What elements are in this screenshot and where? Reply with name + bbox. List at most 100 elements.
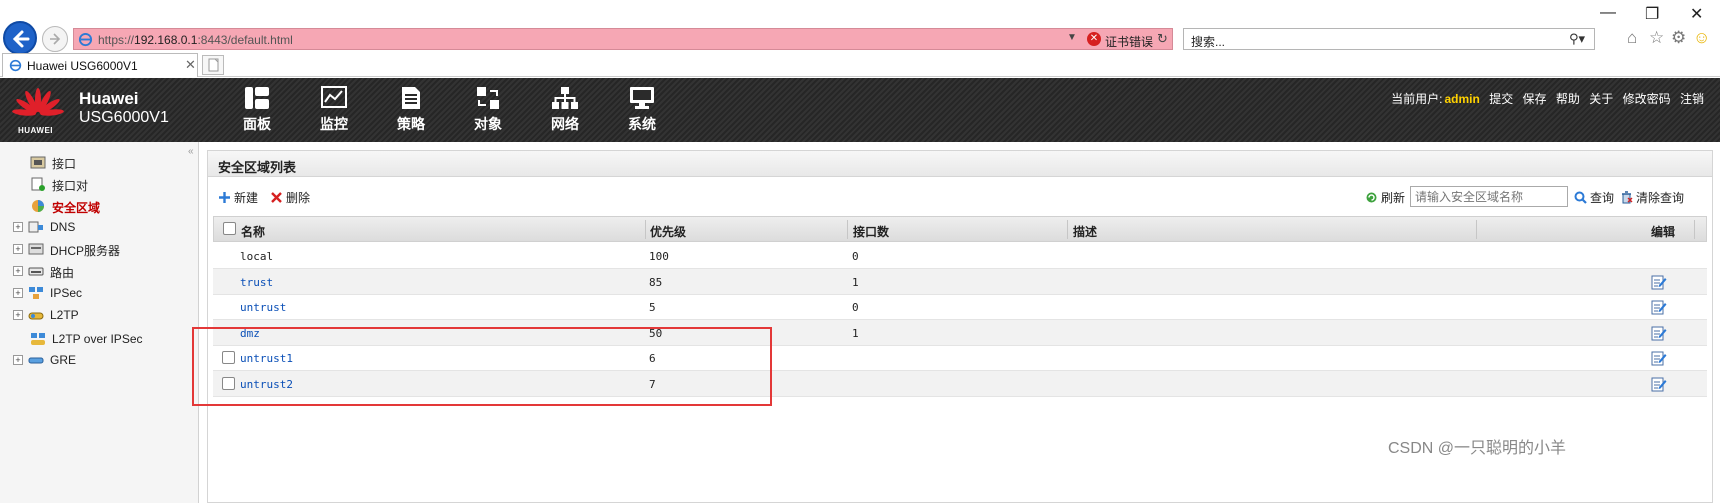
sidebar-item-dhcp-server[interactable]: + DHCP服务器: [0, 239, 190, 259]
sidebar-item-gre[interactable]: + GRE: [0, 350, 190, 370]
delete-x-icon: [271, 192, 282, 203]
table-header: 名称 优先级 接口数 描述 编辑: [213, 216, 1707, 242]
nav-dashboard[interactable]: 面板: [227, 84, 287, 138]
smiley-feedback-icon[interactable]: ☺: [1693, 28, 1710, 48]
zone-toolbar: 新建 删除 刷新 查询 清除查询: [208, 178, 1712, 214]
tab-title: Huawei USG6000V1: [27, 59, 138, 73]
delete-button[interactable]: 删除: [270, 189, 310, 206]
huawei-petals-icon: [12, 88, 64, 116]
new-tab-button[interactable]: [202, 55, 224, 75]
policy-icon: [402, 87, 420, 109]
gear-icon[interactable]: ⚙: [1671, 28, 1686, 48]
nav-network[interactable]: 网络: [535, 84, 595, 138]
browser-tab[interactable]: Huawei USG6000V1 ✕: [2, 53, 198, 77]
expand-icon[interactable]: +: [13, 310, 23, 320]
sidebar-item-route[interactable]: + 路由: [0, 261, 190, 281]
browser-toolbar: https://192.168.0.1:8443/default.html ▼ …: [0, 0, 1720, 55]
zone-interface-count-cell: 1: [852, 326, 859, 340]
nav-object[interactable]: 对象: [458, 84, 518, 138]
refresh-icon: [1366, 192, 1377, 203]
select-all-checkbox[interactable]: [223, 222, 236, 235]
gre-icon: [28, 357, 44, 364]
column-edit: 编辑: [1651, 225, 1676, 239]
zone-interface-count-cell: 0: [852, 301, 859, 314]
address-url[interactable]: https://192.168.0.1:8443/default.html: [98, 33, 293, 47]
edit-icon[interactable]: [1651, 376, 1667, 392]
home-icon[interactable]: ⌂: [1627, 28, 1637, 48]
panel-title: 安全区域列表: [218, 160, 297, 175]
security-zone-icon: [32, 200, 44, 212]
edit-icon[interactable]: [1651, 274, 1667, 290]
zone-interface-count-cell: 1: [852, 275, 859, 289]
panel-header: 安全区域列表: [208, 151, 1712, 177]
expand-icon[interactable]: +: [13, 355, 23, 365]
ie-favicon-icon: [9, 59, 22, 72]
table-row[interactable]: trust 85 1: [213, 268, 1707, 295]
brand-model: USG6000V1: [79, 109, 169, 126]
edit-icon[interactable]: [1651, 350, 1667, 366]
new-button[interactable]: 新建: [218, 189, 258, 206]
trash-icon: [1622, 191, 1633, 204]
nav-policy[interactable]: 策略: [381, 84, 441, 138]
favorites-star-icon[interactable]: ☆: [1649, 28, 1664, 48]
zone-priority-cell: 100: [649, 250, 669, 263]
nav-system[interactable]: 系统: [612, 84, 672, 138]
table-row[interactable]: untrust 5 0: [213, 294, 1707, 320]
address-bar[interactable]: https://192.168.0.1:8443/default.html ▼ …: [73, 28, 1173, 50]
interface-pair-icon: [31, 177, 45, 191]
dns-icon: [28, 221, 43, 233]
window-controls: — ❐ ✕: [1560, 0, 1720, 26]
sidebar-item-interface[interactable]: 接口: [0, 152, 190, 172]
certificate-error-icon[interactable]: ✕: [1087, 32, 1101, 46]
current-user-label: 当前用户:: [1391, 92, 1443, 106]
interface-icon: [30, 156, 46, 169]
zone-name-cell: local: [240, 250, 274, 263]
address-dropdown-icon[interactable]: ▼: [1067, 32, 1077, 43]
clear-query-button[interactable]: 清除查询: [1620, 189, 1684, 206]
sidebar-item-l2tp[interactable]: + L2TP: [0, 305, 190, 325]
l2tp-icon: [28, 312, 44, 320]
logout-link[interactable]: 注销: [1680, 92, 1704, 106]
expand-icon[interactable]: +: [13, 222, 23, 232]
forward-button[interactable]: [42, 26, 68, 52]
column-description[interactable]: 描述: [1073, 223, 1097, 240]
refresh-page-icon[interactable]: ↻: [1157, 31, 1168, 47]
nav-monitor[interactable]: 监控: [304, 84, 364, 138]
zone-name-cell[interactable]: trust: [240, 276, 273, 289]
column-name[interactable]: 名称: [241, 223, 265, 240]
refresh-button[interactable]: 刷新: [1365, 189, 1405, 206]
brand-name: Huawei: [79, 89, 139, 108]
expand-icon[interactable]: +: [13, 244, 23, 254]
submit-link[interactable]: 提交: [1489, 92, 1513, 106]
zone-name-cell[interactable]: untrust: [240, 301, 286, 314]
edit-icon[interactable]: [1651, 299, 1667, 315]
route-icon: [28, 267, 44, 276]
close-window-icon[interactable]: ✕: [1690, 4, 1703, 24]
column-priority[interactable]: 优先级: [650, 223, 686, 240]
tab-strip: Huawei USG6000V1 ✕: [0, 53, 1720, 77]
sidebar-item-l2tp-over-ipsec[interactable]: L2TP over IPSec: [0, 329, 190, 349]
minimize-icon[interactable]: —: [1600, 4, 1616, 22]
search-icon[interactable]: ⚲▾: [1569, 31, 1585, 47]
edit-icon[interactable]: [1651, 325, 1667, 341]
query-button[interactable]: 查询: [1574, 189, 1614, 206]
save-link[interactable]: 保存: [1523, 92, 1547, 106]
zone-search-input[interactable]: [1410, 186, 1568, 207]
sidebar-item-dns[interactable]: + DNS: [0, 217, 190, 237]
help-link[interactable]: 帮助: [1556, 92, 1580, 106]
system-icon: [630, 87, 654, 109]
back-button[interactable]: [3, 21, 37, 55]
sidebar-item-ipsec[interactable]: + IPSec: [0, 283, 190, 303]
change-password-link[interactable]: 修改密码: [1623, 92, 1671, 106]
close-tab-icon[interactable]: ✕: [185, 57, 196, 73]
restore-icon[interactable]: ❐: [1645, 4, 1659, 24]
expand-icon[interactable]: +: [13, 288, 23, 298]
sidebar-item-interface-pair[interactable]: 接口对: [0, 174, 190, 194]
column-interface-count[interactable]: 接口数: [853, 223, 889, 240]
about-link[interactable]: 关于: [1589, 92, 1613, 106]
table-row[interactable]: local 100 0: [213, 243, 1707, 269]
expand-icon[interactable]: +: [13, 266, 23, 276]
sidebar-item-security-zone[interactable]: 安全区域: [0, 196, 190, 216]
certificate-error-label[interactable]: 证书错误: [1105, 33, 1153, 50]
browser-search-input[interactable]: 搜索... ⚲▾: [1183, 28, 1595, 50]
